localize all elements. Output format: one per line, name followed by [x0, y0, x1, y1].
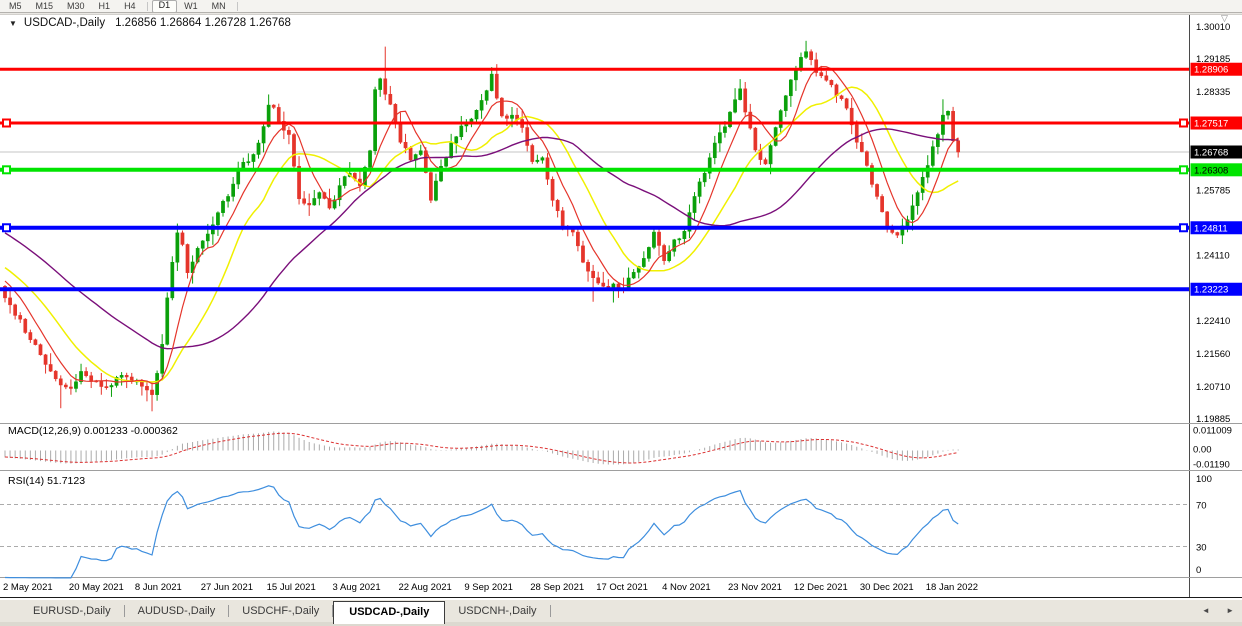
price-tick-label: 1.25785 — [1196, 186, 1230, 197]
ma-slow-line — [5, 129, 958, 349]
timeframe-toolbar: M5M15M30H1H4 D1W1MN — [0, 0, 1242, 12]
level-price-badge-label: 1.23223 — [1194, 285, 1228, 296]
toolbar-divider — [147, 2, 148, 11]
symbol-tab-usdcnh[interactable]: USDCNH-,Daily — [445, 601, 549, 622]
date-axis-label: 9 Sep 2021 — [464, 582, 513, 593]
level-line-marker — [3, 166, 10, 173]
date-axis-label: 22 Aug 2021 — [398, 582, 451, 593]
level-price-badge-label: 1.27517 — [1194, 119, 1228, 130]
symbol-tab-usdchf[interactable]: USDCHF-,Daily — [229, 601, 332, 622]
rsi-indicator-label: RSI(14) 51.7123 — [8, 475, 85, 487]
price-tick-label: 1.21560 — [1196, 349, 1230, 360]
chart-dropdown-icon[interactable]: ▼ — [9, 19, 17, 28]
level-line-marker — [3, 224, 10, 231]
price-tick-label: 1.22410 — [1196, 316, 1230, 327]
timeframe-button-h4[interactable]: H4 — [117, 0, 143, 12]
level-price-badge-label: 1.24811 — [1194, 223, 1228, 234]
chart-tab-bar: EURUSD-,DailyAUDUSD-,DailyUSDCHF-,DailyU… — [0, 597, 1242, 626]
current-price-badge-label: 1.26768 — [1194, 148, 1228, 159]
symbol-tab-audusd[interactable]: AUDUSD-,Daily — [125, 601, 229, 622]
timeframe-button-mn[interactable]: MN — [205, 0, 233, 12]
date-axis-label: 28 Sep 2021 — [530, 582, 584, 593]
tab-scroll-left-icon[interactable]: ◄ — [1202, 606, 1210, 615]
chart-symbol-title: USDCAD-,Daily — [24, 17, 105, 29]
tab-scroll-right-icon[interactable]: ► — [1226, 606, 1234, 615]
date-axis-label: 12 Dec 2021 — [794, 582, 848, 593]
date-axis-label: 27 Jun 2021 — [201, 582, 253, 593]
date-axis-label: 2 May 2021 — [3, 582, 53, 593]
timeframe-button-h1[interactable]: H1 — [92, 0, 118, 12]
date-axis-label: 15 Jul 2021 — [267, 582, 316, 593]
chart-header: ▼ USDCAD-,Daily 1.26856 1.26864 1.26728 … — [9, 17, 291, 29]
timeframe-button-m30[interactable]: M30 — [60, 0, 92, 12]
price-tick-label: 1.28335 — [1196, 87, 1230, 98]
timeframe-button-m5[interactable]: M5 — [2, 0, 29, 12]
rsi-scale-label: 70 — [1196, 501, 1207, 512]
toolbar-separator — [0, 12, 1242, 15]
tab-scroll-arrows: ◄ ► — [1188, 606, 1234, 615]
macd-scale-label: -0.01190 — [1193, 460, 1230, 471]
mt4-terminal-window: M5M15M30H1H4 D1W1MN 1.300101.291851.28335… — [0, 0, 1242, 626]
date-axis-label: 23 Nov 2021 — [728, 582, 782, 593]
tab-divider — [550, 605, 551, 617]
date-axis-label: 3 Aug 2021 — [333, 582, 381, 593]
rsi-scale-label: 100 — [1196, 474, 1212, 485]
level-price-badge-label: 1.28906 — [1194, 65, 1228, 76]
rsi-scale-label: 0 — [1196, 565, 1201, 576]
price-tick-label: 1.24110 — [1196, 250, 1230, 261]
level-price-badge-label: 1.26308 — [1194, 165, 1228, 176]
date-axis-label: 30 Dec 2021 — [860, 582, 914, 593]
macd-scale-label: 0.011009 — [1193, 426, 1232, 437]
level-line-marker — [1180, 224, 1187, 231]
timeframe-button-d1[interactable]: D1 — [152, 0, 178, 13]
date-axis-label: 8 Jun 2021 — [135, 582, 182, 593]
level-line-marker — [1180, 166, 1187, 173]
level-line-marker — [1180, 120, 1187, 127]
timeframe-button-m15[interactable]: M15 — [29, 0, 61, 12]
date-axis-label: 17 Oct 2021 — [596, 582, 648, 593]
date-axis-label: 20 May 2021 — [69, 582, 124, 593]
symbol-tab-eurusd[interactable]: EURUSD-,Daily — [20, 601, 124, 622]
rsi-scale-label: 30 — [1196, 543, 1207, 554]
timeframe-button-w1[interactable]: W1 — [177, 0, 205, 12]
level-line-marker — [3, 120, 10, 127]
macd-indicator-label: MACD(12,26,9) 0.001233 -0.000362 — [8, 425, 178, 437]
price-tick-label: 1.20710 — [1196, 382, 1230, 393]
date-axis-label: 18 Jan 2022 — [926, 582, 978, 593]
toolbar-divider — [237, 2, 238, 11]
date-axis-label: 4 Nov 2021 — [662, 582, 711, 593]
chart-ohlc-quote: 1.26856 1.26864 1.26728 1.26768 — [115, 17, 291, 29]
macd-scale-label: 0.00 — [1193, 445, 1212, 456]
chart-canvas[interactable]: 1.300101.291851.283351.257851.241101.224… — [0, 0, 1242, 626]
ma-medium-line — [5, 87, 958, 382]
symbol-tab-usdcad[interactable]: USDCAD-,Daily — [333, 601, 445, 624]
rsi-line — [5, 486, 958, 578]
